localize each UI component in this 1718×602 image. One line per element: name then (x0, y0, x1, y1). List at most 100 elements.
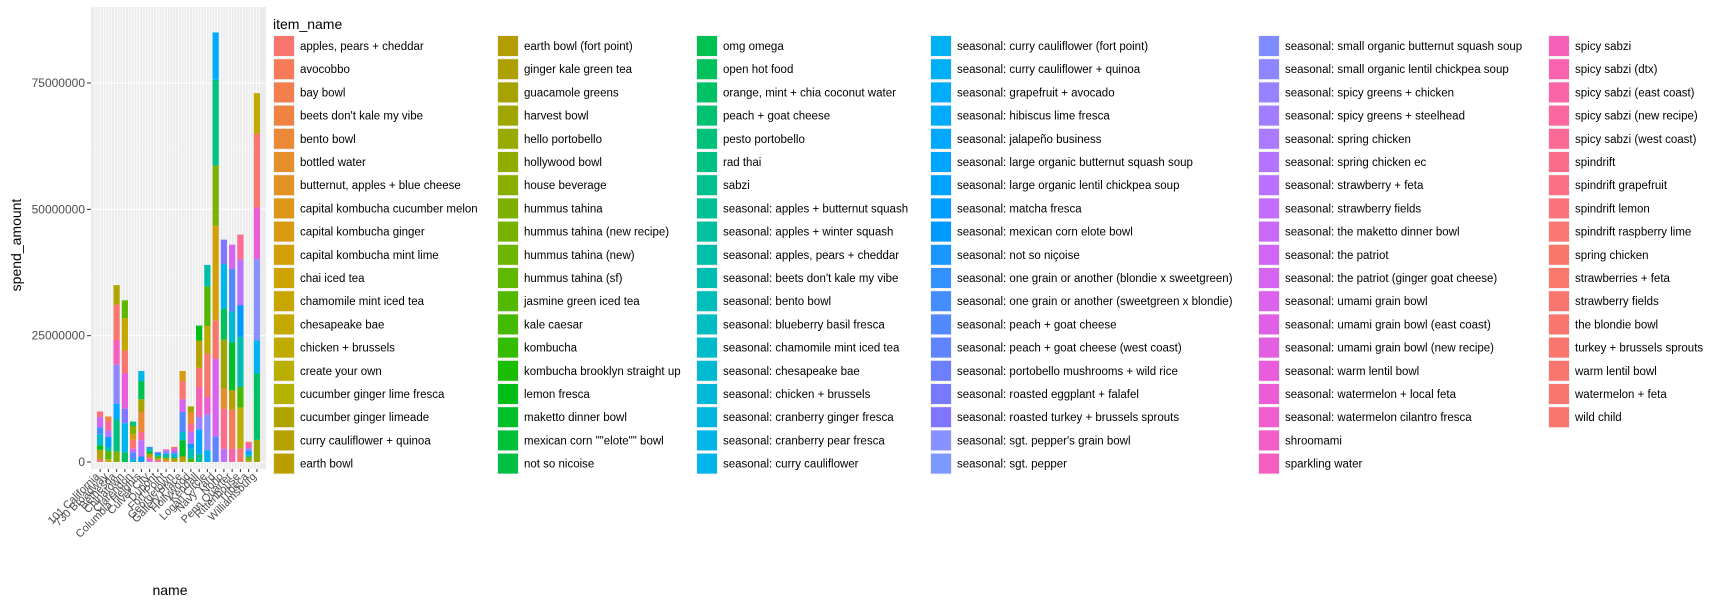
legend-label: spindrift raspberry lime (1575, 227, 1691, 239)
legend-swatch (498, 430, 518, 451)
legend-label: lemon fresca (524, 389, 590, 401)
bar-segment (146, 461, 153, 462)
legend-key (273, 406, 295, 429)
legend-label: spring chicken (1575, 250, 1649, 262)
legend-label: seasonal: peach + goat cheese (west coas… (957, 343, 1182, 355)
legend-key (1258, 197, 1280, 220)
bar-segment (237, 386, 244, 408)
legend-label: chamomile mint iced tea (300, 296, 425, 308)
x-axis-category-labels: 101 California730 BroadwayBethesdaChinat… (46, 469, 259, 541)
legend-label: hollywood bowl (524, 157, 602, 169)
bar-segment (196, 416, 203, 430)
legend-key (273, 220, 295, 243)
bar-segment (204, 353, 211, 397)
legend-key (696, 197, 718, 220)
legend-label: spindrift lemon (1575, 203, 1650, 215)
legend-key (1548, 359, 1570, 382)
bar-segment (163, 458, 170, 462)
bar-segment (138, 399, 145, 412)
legend-key (1548, 336, 1570, 359)
legend-key (1548, 220, 1570, 243)
legend-swatch (1549, 244, 1569, 265)
legend-key (497, 429, 519, 452)
legend-label: seasonal: spring chicken ec (1285, 157, 1427, 169)
legend-swatch (498, 36, 518, 56)
legend-label: earth bowl (fort point) (524, 41, 633, 53)
legend-key (273, 313, 295, 336)
legend-key (273, 197, 295, 220)
legend-label: seasonal: matcha fresca (957, 203, 1082, 215)
legend-key (1548, 383, 1570, 405)
legend-label: turkey + brussels sprouts (1575, 343, 1703, 355)
legend-label: seasonal: large organic lentil chickpea … (957, 180, 1179, 192)
legend-label: spindrift grapefruit (1575, 180, 1668, 192)
y-axis: 0 25000000 50000000 75000000 (32, 76, 91, 469)
legend-key (930, 220, 952, 243)
legend-swatch (274, 384, 294, 404)
stacked-bar-chart: 0 25000000 50000000 75000000 101 California… (8, 7, 1703, 598)
legend-swatch (274, 105, 294, 126)
legend-key (696, 104, 718, 127)
bar-segment (130, 452, 137, 460)
bar-segment (196, 386, 203, 417)
legend-label: seasonal: small organic butternut squash… (1285, 41, 1522, 53)
legend-label: shroomami (1285, 435, 1342, 447)
legend-swatch (1259, 337, 1279, 358)
legend-swatch (1259, 453, 1279, 474)
bar-segment (179, 456, 186, 462)
bar-segment (196, 325, 203, 341)
legend-swatch (931, 221, 951, 242)
legend-swatch (931, 175, 951, 196)
legend-key (497, 127, 519, 150)
bar-segment (204, 326, 211, 354)
legend-swatch (697, 291, 717, 312)
bar-segment (245, 444, 252, 449)
legend-key (1258, 220, 1280, 243)
bar-segment (154, 459, 161, 462)
bar-segment (245, 448, 252, 451)
bar-segment (146, 456, 153, 459)
legend-swatch (1259, 152, 1279, 172)
bar-segment (163, 455, 170, 458)
legend-key (930, 127, 952, 150)
bar-segment (204, 286, 211, 327)
legend-swatch (498, 59, 518, 80)
legend-label: hummus tahina (new) (524, 250, 635, 262)
legend-swatch (697, 360, 717, 381)
legend-key (273, 58, 295, 81)
legend-swatch (697, 59, 717, 80)
bar-segment (138, 456, 145, 462)
legend-key (1258, 81, 1280, 104)
legend-swatch (931, 384, 951, 404)
legend-label: kale caesar (524, 319, 583, 331)
bar-segment (245, 457, 252, 461)
legend-label: seasonal: strawberry + feta (1285, 180, 1424, 192)
bar-segment (113, 285, 120, 305)
bar-segment (130, 439, 137, 449)
legend-label: seasonal: warm lentil bowl (1285, 366, 1419, 378)
bar-segment (237, 234, 244, 260)
legend-label: apples, pears + cheddar (300, 41, 424, 53)
bar-segment (105, 436, 112, 447)
legend-label: spicy sabzi (east coast) (1575, 87, 1695, 99)
legend-swatch (1549, 198, 1569, 219)
legend-swatch (274, 291, 294, 312)
legend-key (1258, 359, 1280, 382)
bar-segment (212, 358, 219, 437)
legend-swatch (274, 268, 294, 288)
bar-segment (121, 408, 128, 424)
legend-swatch (498, 268, 518, 288)
bar-segment (146, 458, 153, 462)
legend-swatch (1549, 314, 1569, 335)
legend-label: seasonal: spring chicken (1285, 134, 1411, 146)
bar-segment (130, 434, 137, 440)
legend-swatch (697, 128, 717, 149)
legend-label: seasonal: curry cauliflower (723, 459, 859, 471)
legend-key (273, 429, 295, 452)
legend-swatch (697, 152, 717, 172)
legend-label: spindrift (1575, 157, 1616, 169)
x-axis-title: name (152, 582, 187, 598)
bar-segment (220, 339, 227, 389)
legend-key (930, 104, 952, 127)
legend-key (497, 35, 519, 57)
